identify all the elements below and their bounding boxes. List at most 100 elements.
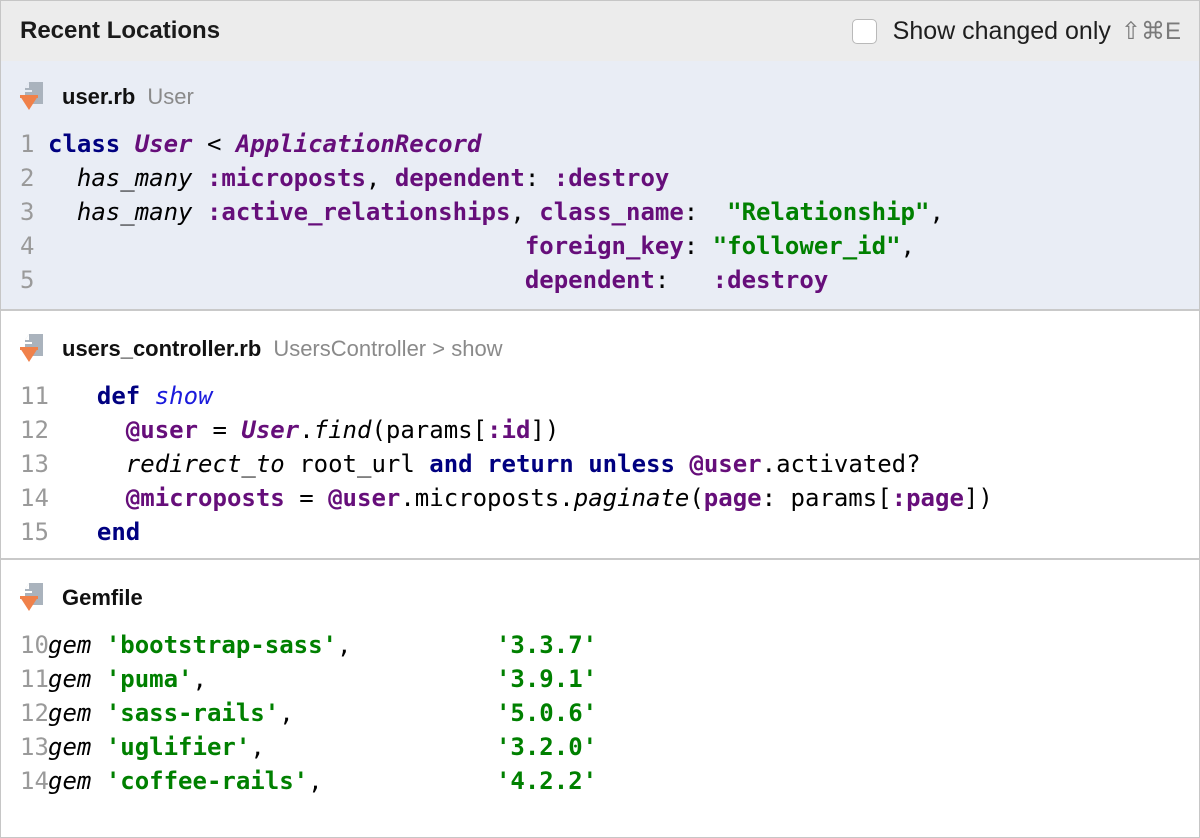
- token-plain-text: =: [284, 484, 329, 512]
- line-number: 12: [20, 416, 49, 444]
- line-number: 4: [20, 232, 35, 260]
- token-plain-text: ,: [308, 767, 496, 795]
- token-plain-text: : params[: [761, 484, 892, 512]
- code-line: 15 end: [1, 515, 1199, 549]
- file-name: Gemfile: [62, 585, 143, 610]
- token-symbol: page: [703, 484, 762, 512]
- code-line: 13 gem 'uglifier', '3.2.0': [1, 730, 1199, 764]
- code-line: 14 gem 'coffee-rails', '4.2.2': [1, 764, 1199, 798]
- code-line: 13 redirect_to root_url and return unles…: [1, 447, 1199, 481]
- line-number: 11: [20, 665, 49, 693]
- token-symbol: dependent: [524, 266, 655, 294]
- line-number: 14: [20, 484, 49, 512]
- token-plain-text: [48, 198, 77, 226]
- token-plain-text: .microposts.: [400, 484, 574, 512]
- location-item[interactable]: users_controller.rb UsersController > sh…: [1, 311, 1199, 560]
- token-method-call: gem: [48, 699, 92, 727]
- location-file-row: user.rb User: [1, 61, 1199, 117]
- location-item[interactable]: user.rb User 1 class User < ApplicationRe…: [1, 61, 1199, 311]
- token-method-name: show: [154, 382, 213, 410]
- token-plain-text: :: [654, 266, 713, 294]
- line-number: 12: [20, 699, 49, 727]
- token-method-call: find: [313, 416, 372, 444]
- token-symbol: :page: [891, 484, 964, 512]
- token-plain-text: [48, 266, 525, 294]
- show-changed-only-label[interactable]: Show changed only: [893, 17, 1111, 46]
- line-number: 3: [20, 198, 35, 226]
- code-text: @user = User.find(params[:id]): [68, 413, 560, 447]
- show-changed-only-checkbox[interactable]: [851, 18, 877, 44]
- code-text: gem 'bootstrap-sass', '3.3.7': [48, 628, 597, 662]
- token-plain-text: (params[: [371, 416, 488, 444]
- token-symbol: :destroy: [712, 266, 829, 294]
- token-method-call: redirect_to: [125, 450, 285, 478]
- code-line: 4 foreign_key: "follower_id",: [1, 229, 1199, 263]
- token-keyword: return: [487, 450, 574, 478]
- shortcut-hint: ⇧⌘E: [1120, 17, 1181, 45]
- line-number: 11: [20, 382, 49, 410]
- file-context: User: [147, 84, 194, 109]
- token-plain-text: [675, 450, 689, 478]
- token-method-call: gem: [48, 767, 92, 795]
- token-plain-text: ,: [279, 699, 496, 727]
- token-plain-text: [68, 518, 97, 546]
- code-snippet: 1 class User < ApplicationRecord 2 has_man…: [1, 117, 1199, 297]
- token-plain-text: [140, 382, 154, 410]
- token-plain-text: .: [299, 416, 314, 444]
- token-method-call: has_many: [76, 164, 193, 192]
- ruby-file-icon: [19, 583, 47, 613]
- ruby-file-icon: [19, 334, 47, 364]
- token-string-literal: "follower_id": [712, 232, 901, 260]
- popup-header: Recent Locations Show changed only ⇧⌘E: [1, 1, 1199, 61]
- token-plain-text: [91, 767, 105, 795]
- token-plain-text: root_url: [284, 450, 430, 478]
- line-number: 13: [20, 733, 49, 761]
- token-symbol: :destroy: [553, 164, 670, 192]
- token-plain-text: ,: [900, 232, 915, 260]
- line-number: 2: [20, 164, 35, 192]
- code-snippet: 10 gem 'bootstrap-sass', '3.3.7' 11 gem 'pu…: [1, 618, 1199, 798]
- token-string-literal: '4.2.2': [495, 767, 598, 795]
- token-string-literal: 'uglifier': [105, 733, 251, 761]
- code-text: def show: [68, 379, 213, 413]
- location-file-row: users_controller.rb UsersController > sh…: [1, 311, 1199, 369]
- code-text: has_many :active_relationships, class_na…: [48, 195, 944, 229]
- token-method-call: has_many: [76, 198, 193, 226]
- line-number: 15: [20, 518, 49, 546]
- show-changed-only-option[interactable]: Show changed only ⇧⌘E: [851, 17, 1181, 46]
- token-string-literal: 'coffee-rails': [105, 767, 309, 795]
- token-plain-text: [193, 164, 207, 192]
- token-plain-text: ,: [337, 631, 496, 659]
- token-instance-variable: @user: [125, 416, 199, 444]
- token-string-literal: '3.9.1': [495, 665, 598, 693]
- token-symbol: :microposts: [206, 164, 366, 192]
- token-plain-text: [473, 450, 487, 478]
- token-instance-variable: @microposts: [125, 484, 285, 512]
- token-plain-text: [91, 733, 105, 761]
- token-plain-text: [193, 198, 207, 226]
- token-keyword: def: [96, 382, 141, 410]
- file-name: users_controller.rb: [62, 336, 262, 361]
- token-method-call: gem: [48, 631, 92, 659]
- recent-locations-popup: Recent Locations Show changed only ⇧⌘E u…: [0, 0, 1200, 838]
- token-plain-text: ,: [510, 198, 540, 226]
- token-keyword: and: [429, 450, 473, 478]
- ruby-file-icon: [19, 82, 47, 112]
- token-plain-text: :: [683, 198, 728, 226]
- token-symbol: class_name: [539, 198, 684, 226]
- location-item[interactable]: Gemfile 10 gem 'bootstrap-sass', '3.3.7' 1…: [1, 560, 1199, 837]
- token-string-literal: 'sass-rails': [105, 699, 280, 727]
- code-text: end: [68, 515, 140, 549]
- token-method-call: gem: [48, 733, 92, 761]
- line-number: 1: [20, 130, 35, 158]
- popup-title: Recent Locations: [20, 17, 221, 44]
- code-line: 11 gem 'puma', '3.9.1': [1, 662, 1199, 696]
- code-text: @microposts = @user.microposts.paginate(…: [68, 481, 993, 515]
- token-plain-text: :: [683, 232, 713, 260]
- token-keyword: unless: [588, 450, 675, 478]
- token-plain-text: [68, 450, 126, 478]
- token-plain-text: ,: [365, 164, 395, 192]
- token-plain-text: ,: [929, 198, 944, 226]
- token-plain-text: [574, 450, 588, 478]
- line-number: 14: [20, 767, 49, 795]
